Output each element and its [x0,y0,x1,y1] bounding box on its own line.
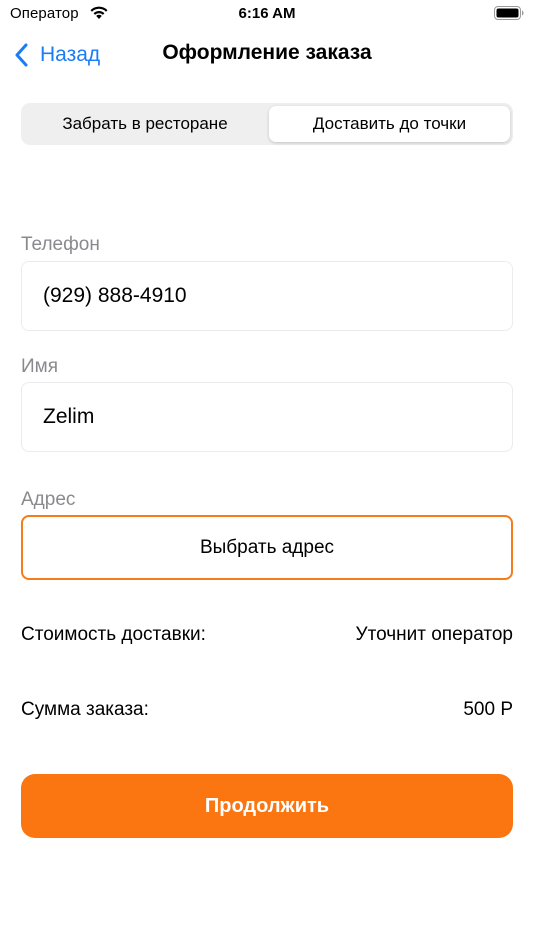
name-label: Имя [21,356,59,377]
segment-delivery[interactable]: Доставить до точки [269,106,510,142]
phone-field[interactable]: (929) 888-4910 [21,261,513,331]
status-bar: Оператор 6:16 AM [0,0,534,30]
clock: 6:16 AM [238,5,296,22]
phone-value: (929) 888-4910 [43,284,187,307]
order-total-label: Сумма заказа: [21,699,149,720]
delivery-cost-row: Стоимость доставки: Уточнит оператор [21,624,513,654]
choose-address-button[interactable]: Выбрать адрес [21,515,513,580]
delivery-mode-segmented-control: Забрать в ресторане Доставить до точки [21,103,513,145]
order-total-value: 500 Р [463,699,513,720]
segment-pickup[interactable]: Забрать в ресторане [24,106,266,142]
continue-button[interactable]: Продолжить [21,774,513,838]
name-field[interactable]: Zelim [21,382,513,452]
battery-icon [494,6,524,20]
delivery-cost-label: Стоимость доставки: [21,624,206,645]
address-label: Адрес [21,489,76,510]
name-value: Zelim [43,405,95,428]
order-total-row: Сумма заказа: 500 Р [21,699,513,729]
page-title: Оформление заказа [162,41,372,64]
delivery-cost-value: Уточнит оператор [355,624,513,645]
phone-label: Телефон [21,234,100,255]
